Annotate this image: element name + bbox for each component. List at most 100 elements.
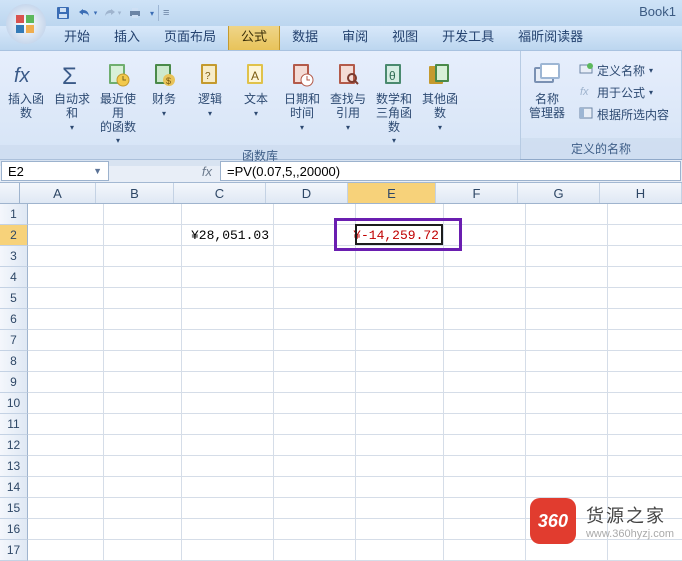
- autosum-button[interactable]: Σ自动求和▾: [50, 55, 94, 145]
- office-button[interactable]: [4, 2, 48, 46]
- cell-D15[interactable]: [274, 498, 356, 519]
- row-header-4[interactable]: 4: [0, 267, 28, 288]
- cell-D8[interactable]: [274, 351, 356, 372]
- cell-A14[interactable]: [28, 477, 104, 498]
- tab-开始[interactable]: 开始: [52, 22, 102, 50]
- cell-C2[interactable]: ¥28,051.03: [182, 225, 274, 246]
- row-header-16[interactable]: 16: [0, 519, 28, 540]
- tab-审阅[interactable]: 审阅: [330, 22, 380, 50]
- cell-C16[interactable]: [182, 519, 274, 540]
- cell-F14[interactable]: [444, 477, 526, 498]
- col-header-D[interactable]: D: [266, 183, 348, 203]
- cell-F8[interactable]: [444, 351, 526, 372]
- more-button[interactable]: 其他函数▾: [418, 55, 462, 145]
- cell-H3[interactable]: [608, 246, 682, 267]
- cell-B13[interactable]: [104, 456, 182, 477]
- cell-G11[interactable]: [526, 414, 608, 435]
- cell-D4[interactable]: [274, 267, 356, 288]
- tab-开发工具[interactable]: 开发工具: [430, 22, 506, 50]
- cell-F16[interactable]: [444, 519, 526, 540]
- cell-H1[interactable]: [608, 204, 682, 225]
- cell-E7[interactable]: [356, 330, 444, 351]
- cell-H5[interactable]: [608, 288, 682, 309]
- cell-D5[interactable]: [274, 288, 356, 309]
- select-all-corner[interactable]: [0, 183, 20, 203]
- cell-B14[interactable]: [104, 477, 182, 498]
- logical-button[interactable]: ?逻辑▾: [188, 55, 232, 145]
- cell-E5[interactable]: [356, 288, 444, 309]
- cell-H4[interactable]: [608, 267, 682, 288]
- cell-B17[interactable]: [104, 540, 182, 561]
- financial-button[interactable]: $财务▾: [142, 55, 186, 145]
- row-header-13[interactable]: 13: [0, 456, 28, 477]
- cell-D2[interactable]: [274, 225, 356, 246]
- cell-F3[interactable]: [444, 246, 526, 267]
- cell-B2[interactable]: [104, 225, 182, 246]
- cell-E12[interactable]: [356, 435, 444, 456]
- cell-F12[interactable]: [444, 435, 526, 456]
- cell-D14[interactable]: [274, 477, 356, 498]
- cell-H8[interactable]: [608, 351, 682, 372]
- cell-A9[interactable]: [28, 372, 104, 393]
- cell-F17[interactable]: [444, 540, 526, 561]
- math-button[interactable]: θ数学和 三角函数▾: [372, 55, 416, 145]
- cell-E11[interactable]: [356, 414, 444, 435]
- cell-F4[interactable]: [444, 267, 526, 288]
- cell-H6[interactable]: [608, 309, 682, 330]
- cell-B4[interactable]: [104, 267, 182, 288]
- name-manager-button[interactable]: 名称 管理器: [525, 55, 569, 138]
- row-header-9[interactable]: 9: [0, 372, 28, 393]
- col-header-A[interactable]: A: [20, 183, 96, 203]
- cell-A1[interactable]: [28, 204, 104, 225]
- cell-D7[interactable]: [274, 330, 356, 351]
- redo-icon[interactable]: ▾: [100, 3, 122, 23]
- cell-A5[interactable]: [28, 288, 104, 309]
- cell-D10[interactable]: [274, 393, 356, 414]
- cell-C9[interactable]: [182, 372, 274, 393]
- cell-A10[interactable]: [28, 393, 104, 414]
- cell-G12[interactable]: [526, 435, 608, 456]
- cell-C7[interactable]: [182, 330, 274, 351]
- row-header-6[interactable]: 6: [0, 309, 28, 330]
- formula-input[interactable]: =PV(0.07,5,,20000): [220, 161, 681, 181]
- col-header-C[interactable]: C: [174, 183, 266, 203]
- cell-G4[interactable]: [526, 267, 608, 288]
- tab-插入[interactable]: 插入: [102, 22, 152, 50]
- cell-E2[interactable]: ¥-14,259.72: [356, 225, 444, 246]
- cell-G9[interactable]: [526, 372, 608, 393]
- cell-E4[interactable]: [356, 267, 444, 288]
- save-icon[interactable]: [52, 3, 74, 23]
- cell-E3[interactable]: [356, 246, 444, 267]
- cell-E13[interactable]: [356, 456, 444, 477]
- datetime-button[interactable]: 日期和 时间▾: [280, 55, 324, 145]
- cell-C5[interactable]: [182, 288, 274, 309]
- cell-D17[interactable]: [274, 540, 356, 561]
- cell-G2[interactable]: [526, 225, 608, 246]
- cell-B3[interactable]: [104, 246, 182, 267]
- cell-G13[interactable]: [526, 456, 608, 477]
- cell-D9[interactable]: [274, 372, 356, 393]
- cell-B8[interactable]: [104, 351, 182, 372]
- cell-F1[interactable]: [444, 204, 526, 225]
- col-header-H[interactable]: H: [600, 183, 682, 203]
- row-header-5[interactable]: 5: [0, 288, 28, 309]
- row-header-10[interactable]: 10: [0, 393, 28, 414]
- col-header-E[interactable]: E: [348, 183, 436, 203]
- lookup-button[interactable]: 查找与 引用▾: [326, 55, 370, 145]
- cell-H14[interactable]: [608, 477, 682, 498]
- cell-D3[interactable]: [274, 246, 356, 267]
- chevron-down-icon[interactable]: ▼: [93, 166, 102, 176]
- col-header-B[interactable]: B: [96, 183, 174, 203]
- cell-B6[interactable]: [104, 309, 182, 330]
- cell-E16[interactable]: [356, 519, 444, 540]
- cell-H11[interactable]: [608, 414, 682, 435]
- cell-B10[interactable]: [104, 393, 182, 414]
- cell-E14[interactable]: [356, 477, 444, 498]
- cell-H10[interactable]: [608, 393, 682, 414]
- cell-A16[interactable]: [28, 519, 104, 540]
- cell-G8[interactable]: [526, 351, 608, 372]
- cell-H2[interactable]: [608, 225, 682, 246]
- cell-G3[interactable]: [526, 246, 608, 267]
- row-header-2[interactable]: 2: [0, 225, 28, 246]
- cell-H7[interactable]: [608, 330, 682, 351]
